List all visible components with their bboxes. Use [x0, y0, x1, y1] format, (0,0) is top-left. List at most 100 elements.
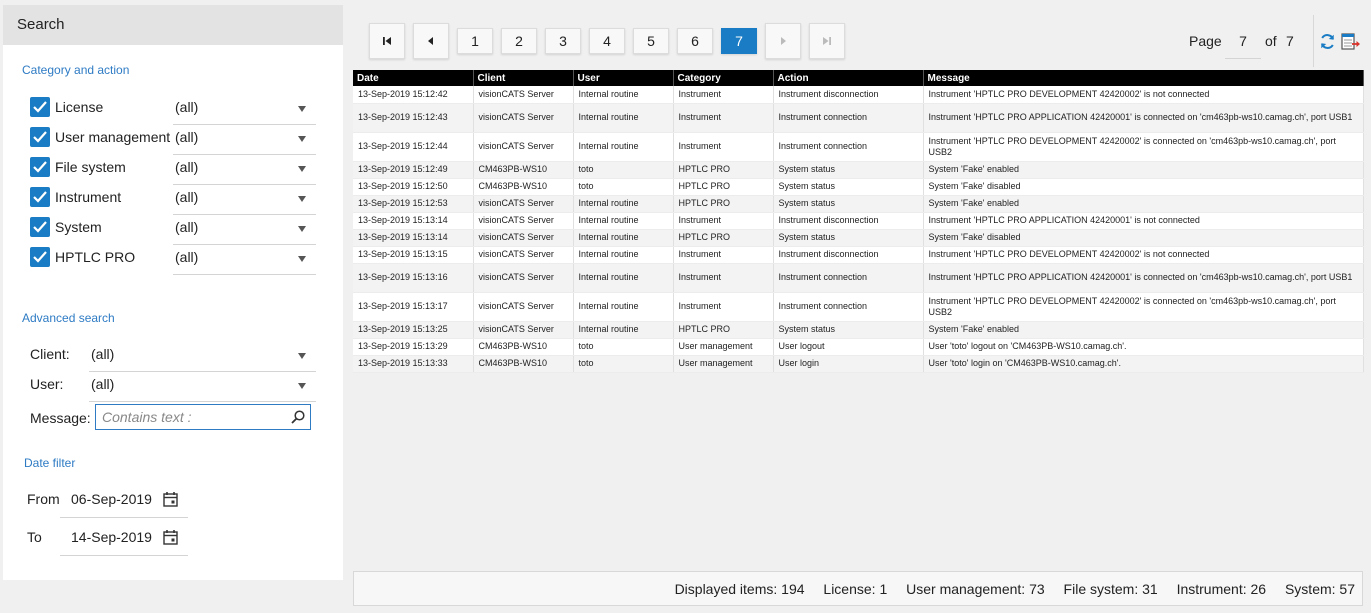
- table-row[interactable]: 13-Sep-2019 15:13:16 visionCATS Server I…: [353, 263, 1364, 293]
- message-cell: User 'toto' logout on 'CM463PB-WS10.cama…: [923, 338, 1364, 356]
- to-date-value: 14-Sep-2019: [71, 529, 152, 545]
- to-label: To: [27, 529, 42, 545]
- user-management-checkbox[interactable]: [30, 127, 50, 147]
- table-row[interactable]: 13-Sep-2019 15:12:43 visionCATS Server I…: [353, 103, 1364, 133]
- chevron-down-icon: [298, 196, 306, 202]
- next-page-icon: [781, 37, 786, 45]
- user-cell: Internal routine: [573, 86, 674, 104]
- table-row[interactable]: 13-Sep-2019 15:13:25 visionCATS Server I…: [353, 321, 1364, 339]
- message-search-field: [95, 404, 311, 430]
- status-bar: Displayed items: 194 License: 1 User man…: [353, 571, 1363, 606]
- user-cell: Internal routine: [573, 321, 674, 339]
- license-checkbox[interactable]: [30, 97, 50, 117]
- page-2-button[interactable]: 2: [501, 28, 537, 54]
- instrument-checkbox[interactable]: [30, 187, 50, 207]
- column-header-action[interactable]: Action: [773, 70, 924, 86]
- file-system-action-select[interactable]: (all): [173, 155, 316, 185]
- table-row[interactable]: 13-Sep-2019 15:13:29 CM463PB-WS10 toto U…: [353, 338, 1364, 356]
- page-4-button[interactable]: 4: [589, 28, 625, 54]
- user-management-label: User management: [55, 129, 171, 145]
- next-page-button[interactable]: [765, 23, 801, 59]
- table-row[interactable]: 13-Sep-2019 15:13:14 visionCATS Server I…: [353, 229, 1364, 247]
- table-row[interactable]: 13-Sep-2019 15:12:44 visionCATS Server I…: [353, 132, 1364, 162]
- message-cell: System 'Fake' enabled: [923, 161, 1364, 179]
- column-header-message[interactable]: Message: [923, 70, 1364, 86]
- page-1-button[interactable]: 1: [457, 28, 493, 54]
- from-date-picker[interactable]: 06-Sep-2019: [60, 480, 188, 518]
- client-cell: visionCATS Server: [473, 246, 574, 264]
- column-header-client[interactable]: Client: [473, 70, 574, 86]
- column-header-user[interactable]: User: [573, 70, 674, 86]
- date-cell: 13-Sep-2019 15:12:50: [353, 178, 474, 196]
- column-header-date[interactable]: Date: [353, 70, 474, 86]
- system-action-value: (all): [175, 219, 199, 235]
- system-label: System: [55, 219, 102, 235]
- previous-page-button[interactable]: [413, 23, 449, 59]
- client-cell: CM463PB-WS10: [473, 338, 574, 356]
- chevron-down-icon: [298, 166, 306, 172]
- first-page-icon: [383, 37, 391, 45]
- action-cell: System status: [773, 195, 924, 213]
- page-5-button[interactable]: 5: [633, 28, 669, 54]
- action-cell: Instrument disconnection: [773, 212, 924, 230]
- column-header-category[interactable]: Category: [673, 70, 774, 86]
- calendar-icon[interactable]: [163, 529, 178, 548]
- table-row[interactable]: 13-Sep-2019 15:13:33 CM463PB-WS10 toto U…: [353, 355, 1364, 373]
- page-7-button[interactable]: 7: [721, 28, 757, 54]
- action-cell: Instrument connection: [773, 263, 924, 293]
- refresh-icon[interactable]: [1319, 33, 1336, 53]
- last-page-button[interactable]: [809, 23, 845, 59]
- hptlc-pro-action-select[interactable]: (all): [173, 245, 316, 275]
- instrument-action-select[interactable]: (all): [173, 185, 316, 215]
- client-cell: visionCATS Server: [473, 263, 574, 293]
- category-row-hptlc-pro: HPTLC PRO (all): [30, 245, 316, 275]
- hptlc-pro-checkbox[interactable]: [30, 247, 50, 267]
- table-row[interactable]: 13-Sep-2019 15:13:17 visionCATS Server I…: [353, 292, 1364, 322]
- date-cell: 13-Sep-2019 15:13:25: [353, 321, 474, 339]
- table-row[interactable]: 13-Sep-2019 15:13:15 visionCATS Server I…: [353, 246, 1364, 264]
- action-cell: System status: [773, 229, 924, 247]
- date-cell: 13-Sep-2019 15:13:15: [353, 246, 474, 264]
- user-label: User:: [30, 376, 64, 392]
- page-number-input[interactable]: 7: [1225, 25, 1261, 59]
- date-cell: 13-Sep-2019 15:12:49: [353, 161, 474, 179]
- hptlc-pro-action-value: (all): [175, 249, 199, 265]
- license-action-select[interactable]: (all): [173, 95, 316, 125]
- user-cell: Internal routine: [573, 212, 674, 230]
- table-row[interactable]: 13-Sep-2019 15:12:50 CM463PB-WS10 toto H…: [353, 178, 1364, 196]
- system-checkbox[interactable]: [30, 217, 50, 237]
- table-row[interactable]: 13-Sep-2019 15:12:42 visionCATS Server I…: [353, 86, 1364, 104]
- action-cell: Instrument connection: [773, 103, 924, 133]
- message-search-input[interactable]: [100, 408, 285, 426]
- message-cell: Instrument 'HPTLC PRO DEVELOPMENT 424200…: [923, 292, 1364, 322]
- license-label: License: [55, 99, 104, 115]
- table-row[interactable]: 13-Sep-2019 15:12:49 CM463PB-WS10 toto H…: [353, 161, 1364, 179]
- user-cell: Internal routine: [573, 132, 674, 162]
- page-3-button[interactable]: 3: [545, 28, 581, 54]
- file-system-checkbox[interactable]: [30, 157, 50, 177]
- date-cell: 13-Sep-2019 15:13:33: [353, 355, 474, 373]
- client-select[interactable]: (all): [89, 342, 316, 372]
- client-cell: visionCATS Server: [473, 86, 574, 104]
- user-select[interactable]: (all): [89, 372, 316, 402]
- message-cell: Instrument 'HPTLC PRO APPLICATION 424200…: [923, 212, 1364, 230]
- table-row[interactable]: 13-Sep-2019 15:13:14 visionCATS Server I…: [353, 212, 1364, 230]
- system-action-select[interactable]: (all): [173, 215, 316, 245]
- first-page-button[interactable]: [369, 23, 405, 59]
- table-row[interactable]: 13-Sep-2019 15:12:53 visionCATS Server I…: [353, 195, 1364, 213]
- category-row-file-system: File system (all): [30, 155, 316, 185]
- toolbar-divider: [1313, 15, 1314, 67]
- date-cell: 13-Sep-2019 15:13:14: [353, 212, 474, 230]
- date-cell: 13-Sep-2019 15:13:17: [353, 292, 474, 322]
- chevron-down-icon: [298, 136, 306, 142]
- user-cell: Internal routine: [573, 246, 674, 264]
- user-management-action-select[interactable]: (all): [173, 125, 316, 155]
- date-cell: 13-Sep-2019 15:13:16: [353, 263, 474, 293]
- page-6-button[interactable]: 6: [677, 28, 713, 54]
- category-cell: Instrument: [673, 292, 774, 322]
- search-icon[interactable]: [291, 410, 305, 427]
- calendar-icon[interactable]: [163, 491, 178, 510]
- to-date-picker[interactable]: 14-Sep-2019: [60, 518, 188, 556]
- user-cell: Internal routine: [573, 195, 674, 213]
- export-icon[interactable]: [1341, 33, 1361, 54]
